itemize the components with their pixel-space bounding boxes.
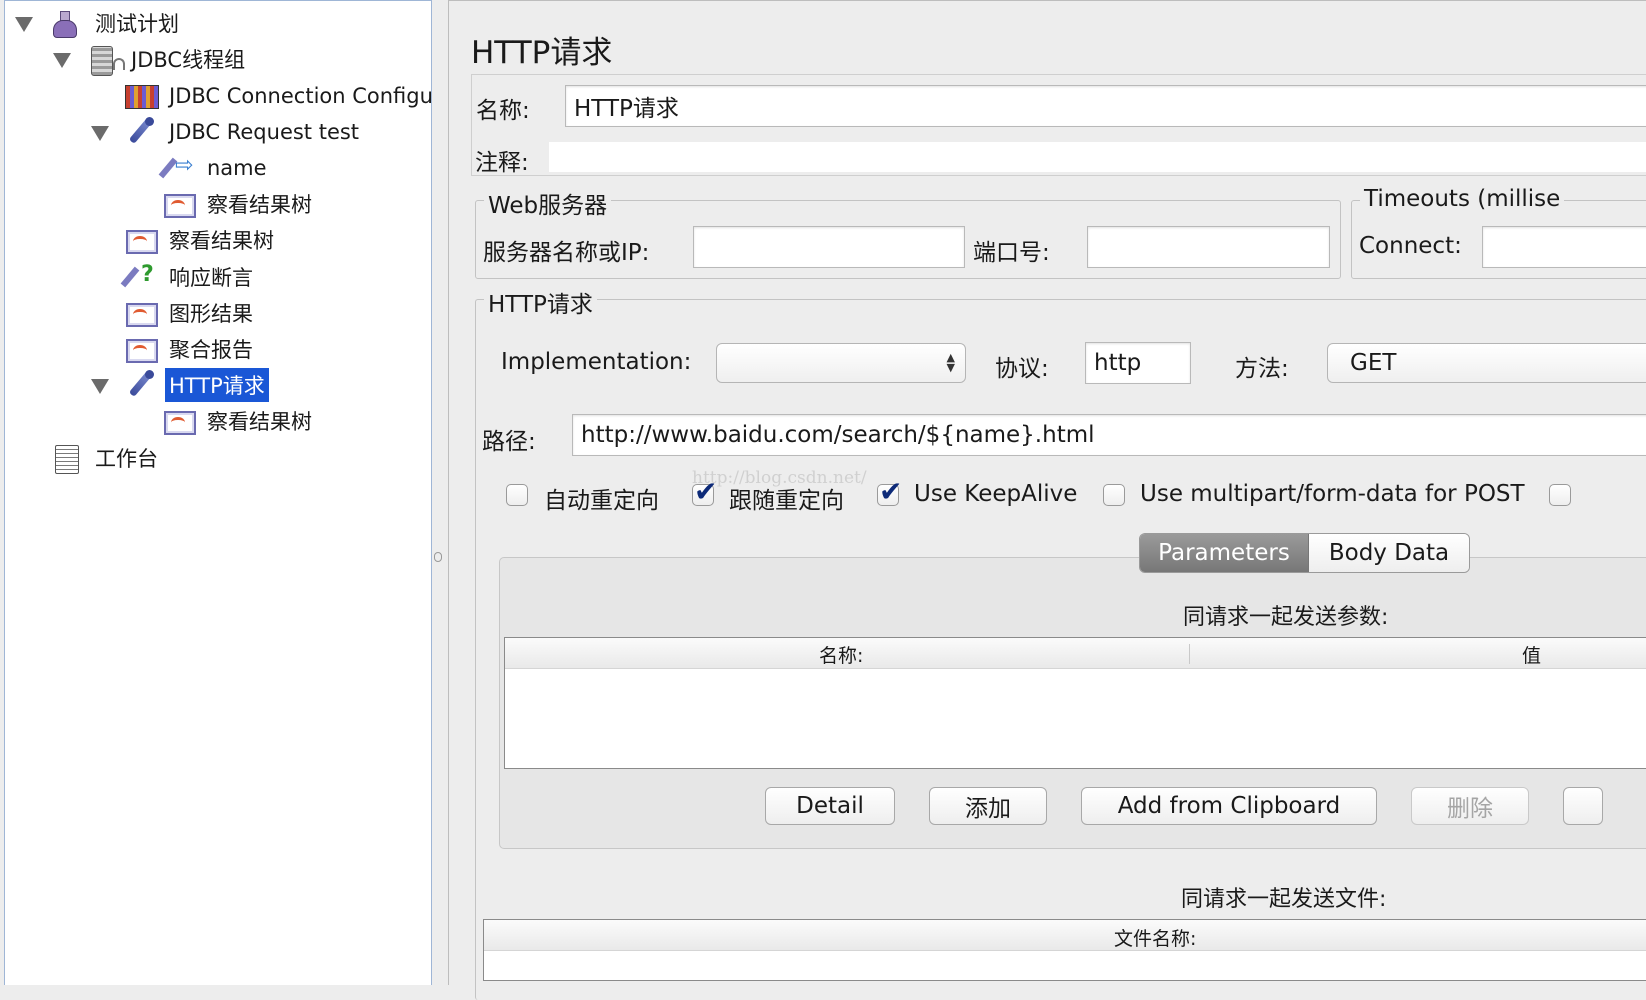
tree-item-label: JDBC线程组	[131, 48, 246, 72]
tree-item-http-request[interactable]: HTTP请求	[123, 368, 269, 402]
workbench-clipboard-icon	[49, 443, 85, 474]
auto-redirect-checkbox[interactable]	[506, 484, 528, 506]
tree-item-jdbc-connection-config[interactable]: JDBC Connection Configu	[123, 79, 432, 113]
web-server-legend: Web服务器	[484, 186, 612, 220]
sampler-pipette-icon	[123, 370, 159, 400]
watermark-text: http://blog.csdn.net/	[692, 468, 867, 488]
http-request-legend: HTTP请求	[484, 285, 597, 319]
tree-item-label: HTTP请求	[165, 368, 269, 402]
table-header: 名称: 值	[505, 638, 1646, 669]
tree-item-label: JDBC Connection Configu	[169, 84, 432, 108]
tab-bar: Parameters Body Data	[1139, 533, 1470, 573]
timeouts-legend: Timeouts (millise	[1360, 186, 1565, 212]
tree-item-name-extractor[interactable]: name	[161, 151, 271, 185]
expand-toggle-icon[interactable]	[53, 53, 71, 68]
multipart-label: Use multipart/form-data for POST	[1140, 481, 1525, 507]
tree-item-workbench[interactable]: 工作台	[49, 441, 162, 475]
tree-item-view-results-tree[interactable]: 察看结果树	[161, 404, 316, 438]
test-plan-tree[interactable]: 测试计划 JDBC线程组 JDBC Connection Configu JDB…	[4, 0, 432, 985]
select-arrows-icon: ▲ ▼	[946, 351, 955, 374]
keepalive-label: Use KeepAlive	[914, 481, 1078, 507]
page-title: HTTP请求	[471, 35, 613, 71]
tree-item-label: JDBC Request test	[169, 120, 360, 144]
listener-graph-icon	[123, 225, 159, 255]
tab-body-data[interactable]: Body Data	[1309, 534, 1469, 572]
tree-item-label: 工作台	[95, 447, 158, 471]
tree-item-view-results-tree[interactable]: 察看结果树	[161, 187, 316, 221]
files-caption: 同请求一起发送文件:	[1181, 887, 1387, 912]
expand-toggle-icon[interactable]	[91, 379, 109, 394]
splitter-handle[interactable]	[434, 552, 442, 562]
server-name-label: 服务器名称或IP:	[483, 240, 650, 266]
tree-item-label: name	[207, 156, 267, 180]
detail-button[interactable]: Detail	[765, 787, 895, 825]
sampler-pipette-icon	[123, 117, 159, 147]
files-table[interactable]: 文件名称:	[483, 919, 1646, 981]
extra-button[interactable]	[1563, 787, 1603, 825]
tree-item-label: 聚合报告	[169, 338, 253, 362]
tree-item-graph-results[interactable]: 图形结果	[123, 296, 257, 330]
params-caption: 同请求一起发送参数:	[1183, 605, 1389, 630]
name-label: 名称:	[476, 98, 530, 124]
path-label: 路径:	[482, 429, 536, 455]
tree-item-label: 察看结果树	[169, 229, 274, 253]
server-name-field[interactable]	[693, 226, 965, 268]
tree-item-view-results-tree[interactable]: 察看结果树	[123, 223, 278, 257]
column-header-name[interactable]: 名称:	[819, 641, 863, 668]
name-field[interactable]: HTTP请求	[565, 85, 1646, 127]
keepalive-checkbox[interactable]	[877, 475, 902, 508]
multipart-checkbox[interactable]	[1103, 484, 1125, 506]
tree-item-label: 图形结果	[169, 302, 253, 326]
tree-item-test-plan[interactable]: 测试计划	[49, 6, 183, 40]
column-header-filename[interactable]: 文件名称:	[1114, 924, 1196, 951]
delete-button[interactable]: 删除	[1411, 787, 1529, 825]
connect-timeout-field[interactable]	[1482, 226, 1646, 268]
port-field[interactable]	[1087, 226, 1330, 268]
expand-toggle-icon[interactable]	[15, 17, 33, 32]
port-label: 端口号:	[973, 240, 1050, 266]
listener-graph-icon	[123, 334, 159, 364]
auto-redirect-label: 自动重定向	[544, 488, 659, 514]
assertion-icon	[123, 262, 159, 292]
method-select[interactable]: GET	[1327, 343, 1646, 383]
variable-extractor-icon	[161, 153, 197, 183]
expand-toggle-icon[interactable]	[91, 126, 109, 141]
listener-graph-icon	[123, 298, 159, 328]
connect-label: Connect:	[1359, 233, 1462, 259]
tree-item-label: 察看结果树	[207, 410, 312, 434]
tree-item-label: 测试计划	[95, 12, 179, 36]
parameters-table[interactable]: 名称: 值	[504, 637, 1646, 769]
listener-graph-icon	[161, 406, 197, 436]
tree-item-aggregate-report[interactable]: 聚合报告	[123, 332, 257, 366]
tab-parameters[interactable]: Parameters	[1140, 534, 1309, 572]
listener-graph-icon	[161, 189, 197, 219]
method-value: GET	[1350, 350, 1397, 376]
path-field[interactable]: http://www.baidu.com/search/${name}.html	[572, 414, 1646, 456]
column-divider	[1189, 644, 1190, 664]
database-config-icon	[123, 81, 159, 111]
comment-field[interactable]	[549, 142, 1646, 172]
tree-item-label: 察看结果树	[207, 193, 312, 217]
files-table-header: 文件名称:	[484, 920, 1646, 951]
protocol-field[interactable]: http	[1085, 342, 1191, 384]
flask-icon	[49, 8, 85, 38]
tree-item-response-assertion[interactable]: 响应断言	[123, 260, 257, 294]
column-header-value[interactable]: 值	[1522, 641, 1541, 668]
tree-item-label: 响应断言	[169, 266, 253, 290]
tree-item-jdbc-request[interactable]: JDBC Request test	[123, 115, 363, 149]
http-request-panel: HTTP请求 名称: HTTP请求 注释: Web服务器 服务器名称或IP: 端…	[448, 0, 1646, 1000]
comment-label: 注释:	[475, 150, 529, 176]
add-button[interactable]: 添加	[929, 787, 1047, 825]
implementation-label: Implementation:	[501, 349, 692, 375]
thread-group-icon	[85, 44, 125, 76]
method-label: 方法:	[1235, 356, 1289, 382]
add-from-clipboard-button[interactable]: Add from Clipboard	[1081, 787, 1377, 825]
tree-item-thread-group[interactable]: JDBC线程组	[85, 42, 249, 76]
implementation-select[interactable]: ▲ ▼	[716, 343, 966, 383]
protocol-label: 协议:	[995, 356, 1049, 382]
browser-compatible-checkbox[interactable]	[1549, 484, 1571, 506]
